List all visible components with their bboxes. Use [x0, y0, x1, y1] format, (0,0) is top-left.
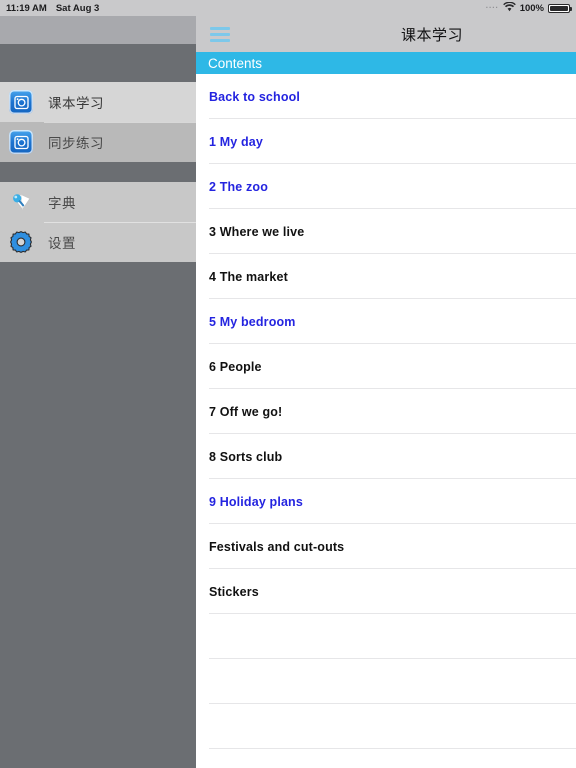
list-item-empty [196, 659, 576, 704]
sidebar-item-label: 设置 [48, 236, 76, 252]
sidebar-item-textbook-study[interactable]: 课本学习 [0, 82, 196, 122]
list-item-empty [196, 614, 576, 659]
list-item[interactable]: Stickers [196, 569, 576, 614]
section-header-contents: Contents [196, 52, 576, 74]
gear-icon [8, 229, 34, 255]
battery-percent-label: 100% [519, 2, 544, 14]
panel-bottom-edge [196, 762, 576, 768]
list-item-label: 2 The zoo [209, 179, 268, 194]
sidebar-item-sync-practice[interactable]: 同步练习 [0, 122, 196, 162]
sidebar-item-label: 课本学习 [48, 96, 104, 112]
signal-dots-icon: .... [485, 1, 499, 10]
battery-full-icon [548, 3, 572, 13]
sidebar-group-tools: 字典 设置 [0, 182, 196, 262]
list-item-label: 8 Sorts club [209, 449, 283, 464]
hamburger-menu-icon[interactable] [210, 26, 230, 42]
status-time: 11:19 AM [6, 2, 47, 14]
contents-list: Back to school 1 My day 2 The zoo 3 Wher… [196, 74, 576, 768]
sidebar: 课本学习 同步练习 字典 设置 [0, 16, 196, 768]
list-item[interactable]: Back to school [196, 74, 576, 119]
list-item[interactable]: 3 Where we live [196, 209, 576, 254]
sidebar-group-divider [0, 162, 196, 182]
book-app-icon [8, 89, 34, 115]
list-item[interactable]: 7 Off we go! [196, 389, 576, 434]
status-bar-left: 11:19 AM Sat Aug 3 [6, 3, 99, 14]
list-item[interactable]: Festivals and cut-outs [196, 524, 576, 569]
list-item-empty [196, 704, 576, 749]
content-panel: 课本学习 Contents Back to school 1 My day 2 … [196, 16, 576, 768]
status-bar: 11:19 AM Sat Aug 3 .... 100% [0, 0, 576, 16]
book-app-icon [8, 129, 34, 155]
list-item[interactable]: 1 My day [196, 119, 576, 164]
sidebar-item-label: 同步练习 [48, 136, 104, 152]
list-item[interactable]: 6 People [196, 344, 576, 389]
list-item-label: 6 People [209, 359, 262, 374]
list-item-label: Stickers [209, 584, 259, 599]
list-item-label: 4 The market [209, 269, 288, 284]
sidebar-item-settings[interactable]: 设置 [0, 222, 196, 262]
list-item[interactable]: 5 My bedroom [196, 299, 576, 344]
list-item-label: Back to school [209, 89, 301, 104]
status-bar-right: .... 100% [485, 1, 572, 15]
sidebar-top-fill [0, 16, 196, 44]
section-header-label: Contents [208, 55, 263, 71]
wifi-icon [502, 1, 516, 15]
sidebar-item-label: 字典 [48, 196, 76, 212]
status-date: Sat Aug 3 [55, 2, 100, 14]
list-item[interactable]: 8 Sorts club [196, 434, 576, 479]
list-item-label: Festivals and cut-outs [209, 539, 345, 554]
list-item-label: 7 Off we go! [209, 404, 283, 419]
list-item-label: 5 My bedroom [209, 314, 296, 329]
list-item-label: 3 Where we live [209, 224, 305, 239]
list-item[interactable]: 9 Holiday plans [196, 479, 576, 524]
sidebar-group-study: 课本学习 同步练习 [0, 82, 196, 162]
dictionary-icon [8, 189, 34, 215]
list-item[interactable]: 2 The zoo [196, 164, 576, 209]
tablet-screen: 11:19 AM Sat Aug 3 .... 100% 课本学习 同步练习 字… [0, 0, 576, 768]
list-item-label: 9 Holiday plans [209, 494, 303, 509]
list-item-label: 1 My day [209, 134, 264, 149]
list-item[interactable]: 4 The market [196, 254, 576, 299]
page-title: 课本学习 [400, 25, 463, 44]
sidebar-item-dictionary[interactable]: 字典 [0, 182, 196, 222]
navigation-bar: 课本学习 [196, 16, 576, 52]
